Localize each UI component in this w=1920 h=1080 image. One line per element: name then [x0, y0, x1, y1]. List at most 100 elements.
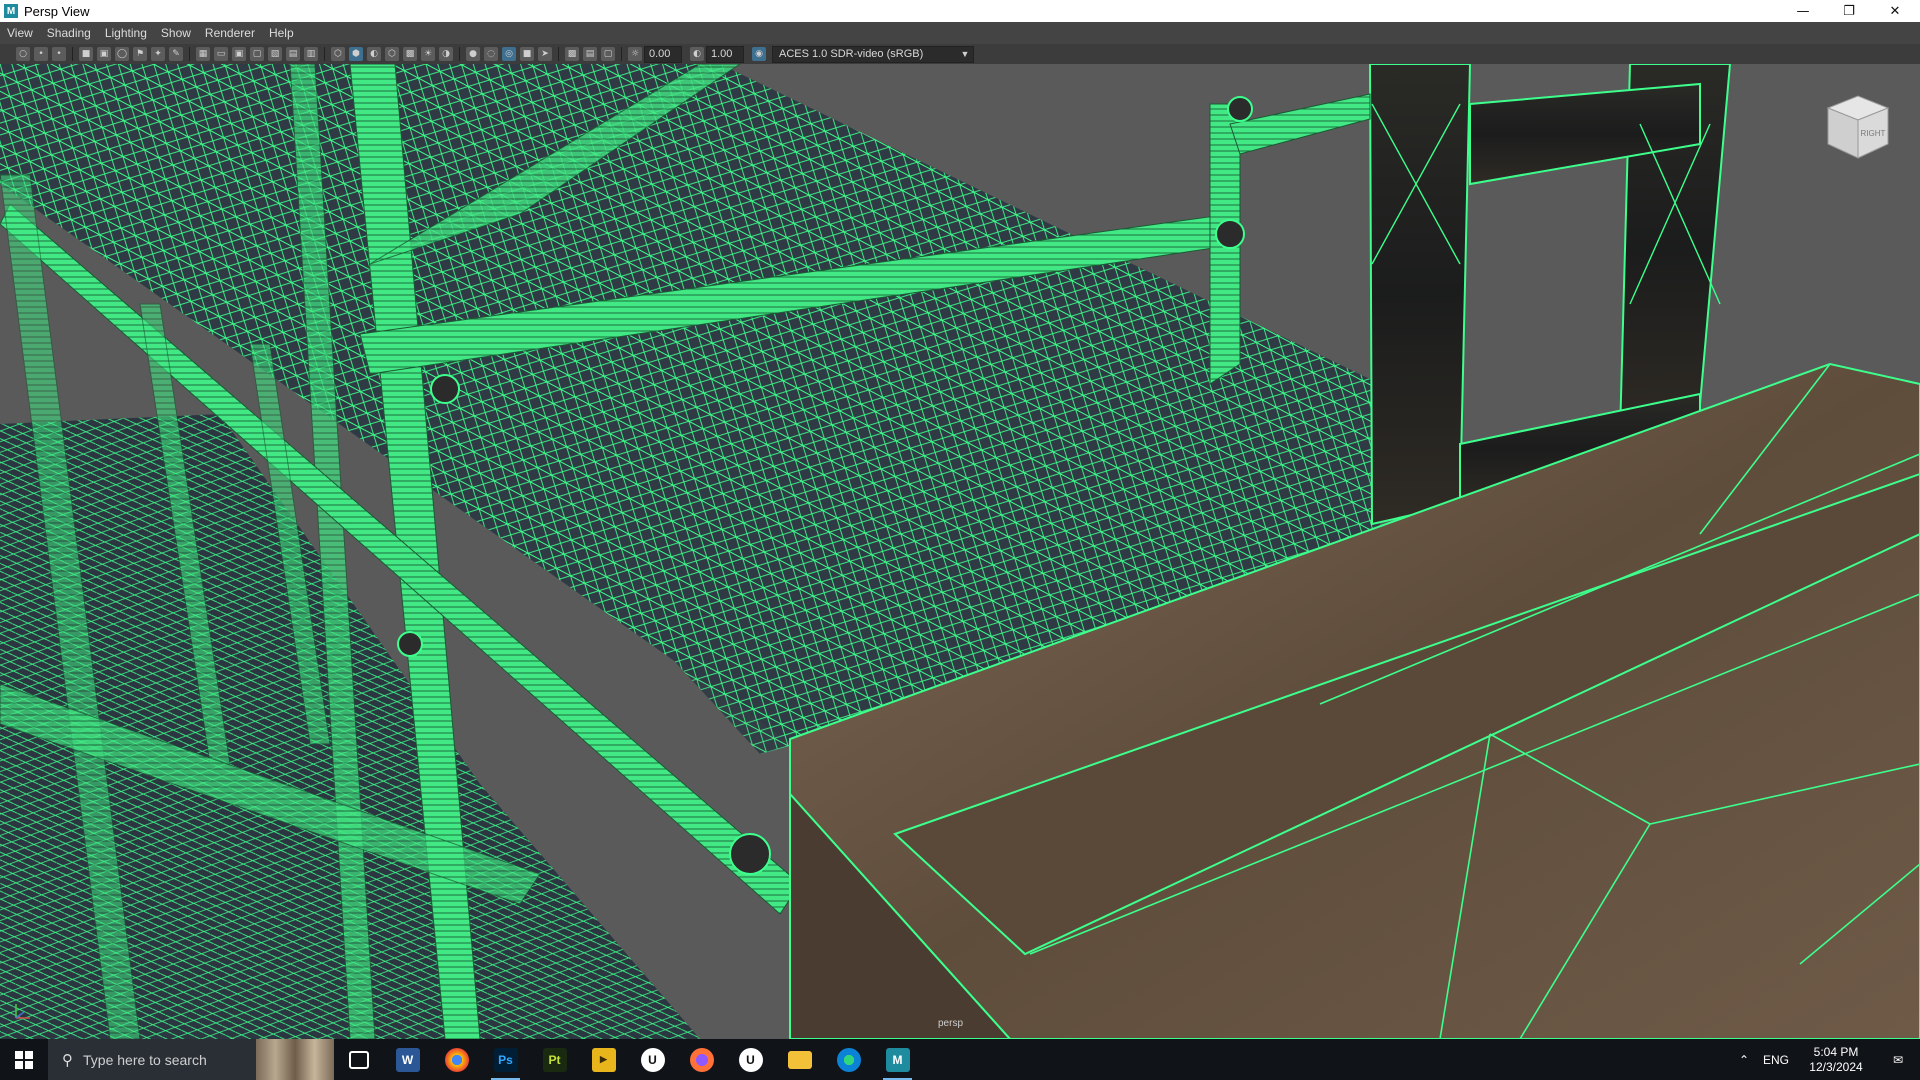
toolbar-divider: [72, 47, 73, 61]
camera-tools-icon[interactable]: ◯: [115, 47, 129, 61]
taskbar-app-player[interactable]: ▶: [579, 1039, 628, 1080]
substance-painter-icon: Pt: [542, 1047, 567, 1072]
viewcube-label: RIGHT: [1861, 129, 1886, 138]
panel-toolbar: ○ • • ■ ▣ ◯ ⚑ ✦ ✎ ▦ ▭ ▣ ▢ ▧ ▤ ▥ ⬡ ⬢ ◐ ⬡ …: [0, 44, 1920, 64]
shadows-icon[interactable]: ◑: [439, 47, 453, 61]
photoshop-icon: Ps: [493, 1047, 518, 1072]
gamma-field[interactable]: 1.00: [706, 45, 744, 63]
toolbar-divider: [558, 47, 559, 61]
field-chart-icon[interactable]: ▧: [268, 47, 282, 61]
bookmark-icon[interactable]: •: [52, 47, 66, 61]
depth-of-field-icon[interactable]: ■: [520, 47, 534, 61]
taskbar: ⚲ Type here to search W Ps Pt ▶ U U M ⌃ …: [0, 1039, 1920, 1080]
viewcube[interactable]: RIGHT: [1820, 92, 1894, 162]
taskbar-app-photoshop[interactable]: Ps: [481, 1039, 530, 1080]
chevron-up-icon[interactable]: ⌃: [1732, 1053, 1756, 1067]
title-bar: M Persp View — ❐ ✕: [0, 0, 1920, 22]
search-box[interactable]: ⚲ Type here to search: [48, 1039, 256, 1080]
film-gate-icon[interactable]: ▭: [214, 47, 228, 61]
color-management-dropdown[interactable]: ACES 1.0 SDR-video (sRGB) ▼: [772, 45, 974, 63]
screen-space-ao-icon[interactable]: ●: [466, 47, 480, 61]
notification-icon[interactable]: ✉: [1876, 1053, 1920, 1067]
lock-camera-icon[interactable]: •: [34, 47, 48, 61]
smooth-shade-icon[interactable]: ⬢: [349, 47, 363, 61]
select-camera-icon[interactable]: ○: [16, 47, 30, 61]
task-view-button[interactable]: [334, 1039, 383, 1080]
search-highlight-image[interactable]: [256, 1039, 334, 1080]
image-plane-icon[interactable]: ▣: [97, 47, 111, 61]
taskbar-app-maya[interactable]: M: [873, 1039, 922, 1080]
maya-icon: M: [4, 4, 18, 18]
close-button[interactable]: ✕: [1872, 0, 1918, 22]
windows-icon: [15, 1050, 33, 1069]
edge-icon: [836, 1047, 861, 1072]
toolbar-divider: [621, 47, 622, 61]
exposure-field[interactable]: 0.00: [644, 45, 682, 63]
restore-button[interactable]: ❐: [1826, 0, 1872, 22]
firefox-icon: [689, 1047, 714, 1072]
search-placeholder: Type here to search: [83, 1051, 207, 1068]
menu-help[interactable]: Help: [262, 26, 301, 40]
clock-date: 12/3/2024: [1809, 1059, 1863, 1074]
safe-title-icon[interactable]: ▥: [304, 47, 318, 61]
toolbar-divider: [459, 47, 460, 61]
menu-lighting[interactable]: Lighting: [98, 26, 154, 40]
bookmark-flag-icon[interactable]: ⚑: [133, 47, 147, 61]
multisample-aa-icon[interactable]: ◎: [502, 47, 516, 61]
textured-icon[interactable]: ▩: [403, 47, 417, 61]
toolbar-divider: [189, 47, 190, 61]
taskbar-app-word[interactable]: W: [383, 1039, 432, 1080]
taskbar-app-file-explorer[interactable]: [775, 1039, 824, 1080]
persp-viewport[interactable]: RIGHT persp: [0, 64, 1920, 1039]
menu-bar: View Shading Lighting Show Renderer Help: [0, 22, 1920, 44]
color-management-value: ACES 1.0 SDR-video (sRGB): [779, 48, 924, 60]
system-tray: ⌃ ENG 5:04 PM 12/3/2024 ✉: [1732, 1039, 1920, 1080]
gate-mask-icon[interactable]: ▢: [250, 47, 264, 61]
resolution-gate-icon[interactable]: ▣: [232, 47, 246, 61]
scene-render: [0, 64, 1920, 1039]
folder-icon: [787, 1050, 812, 1069]
use-all-lights-icon[interactable]: ☀: [421, 47, 435, 61]
chrome-icon: [444, 1047, 469, 1072]
taskbar-app-chrome[interactable]: [432, 1039, 481, 1080]
2d-pan-icon[interactable]: ✦: [151, 47, 165, 61]
menu-shading[interactable]: Shading: [40, 26, 98, 40]
exposure-icon[interactable]: ☼: [628, 47, 642, 61]
input-language[interactable]: ENG: [1756, 1053, 1796, 1067]
grid-icon[interactable]: ▦: [196, 47, 210, 61]
clock-time: 5:04 PM: [1813, 1044, 1859, 1059]
taskbar-app-edge[interactable]: [824, 1039, 873, 1080]
start-button[interactable]: [0, 1039, 48, 1080]
minimize-button[interactable]: —: [1780, 0, 1826, 22]
grease-pencil-icon[interactable]: ✎: [169, 47, 183, 61]
use-default-material-icon[interactable]: ◐: [367, 47, 381, 61]
taskbar-app-painter[interactable]: Pt: [530, 1039, 579, 1080]
wireframe-icon[interactable]: ⬡: [331, 47, 345, 61]
gamma-icon[interactable]: ◐: [690, 47, 704, 61]
player-icon: ▶: [591, 1047, 616, 1072]
camera-attributes-icon[interactable]: ■: [79, 47, 93, 61]
word-icon: W: [395, 1047, 420, 1072]
taskbar-app-unreal-1[interactable]: U: [628, 1039, 677, 1080]
xray-active-components-icon[interactable]: ▢: [601, 47, 615, 61]
chevron-down-icon: ▼: [960, 49, 970, 59]
toolbar-divider: [324, 47, 325, 61]
clock[interactable]: 5:04 PM 12/3/2024: [1796, 1045, 1876, 1075]
menu-show[interactable]: Show: [154, 26, 198, 40]
xray-icon[interactable]: ▩: [565, 47, 579, 61]
axis-gizmo: [15, 1004, 30, 1019]
safe-action-icon[interactable]: ▤: [286, 47, 300, 61]
menu-view[interactable]: View: [0, 26, 40, 40]
isolate-select-icon[interactable]: ➤: [538, 47, 552, 61]
color-management-icon[interactable]: ◉: [752, 47, 766, 61]
wireframe-on-shaded-icon[interactable]: ⬡: [385, 47, 399, 61]
taskbar-app-firefox[interactable]: [677, 1039, 726, 1080]
unreal-engine-icon: U: [640, 1047, 665, 1072]
unreal-engine-icon: U: [738, 1047, 763, 1072]
xray-joints-icon[interactable]: ▤: [583, 47, 597, 61]
camera-name-label: persp: [938, 1018, 964, 1029]
taskbar-app-unreal-2[interactable]: U: [726, 1039, 775, 1080]
task-view-icon: [348, 1050, 369, 1069]
motion-blur-icon[interactable]: ◌: [484, 47, 498, 61]
menu-renderer[interactable]: Renderer: [198, 26, 262, 40]
